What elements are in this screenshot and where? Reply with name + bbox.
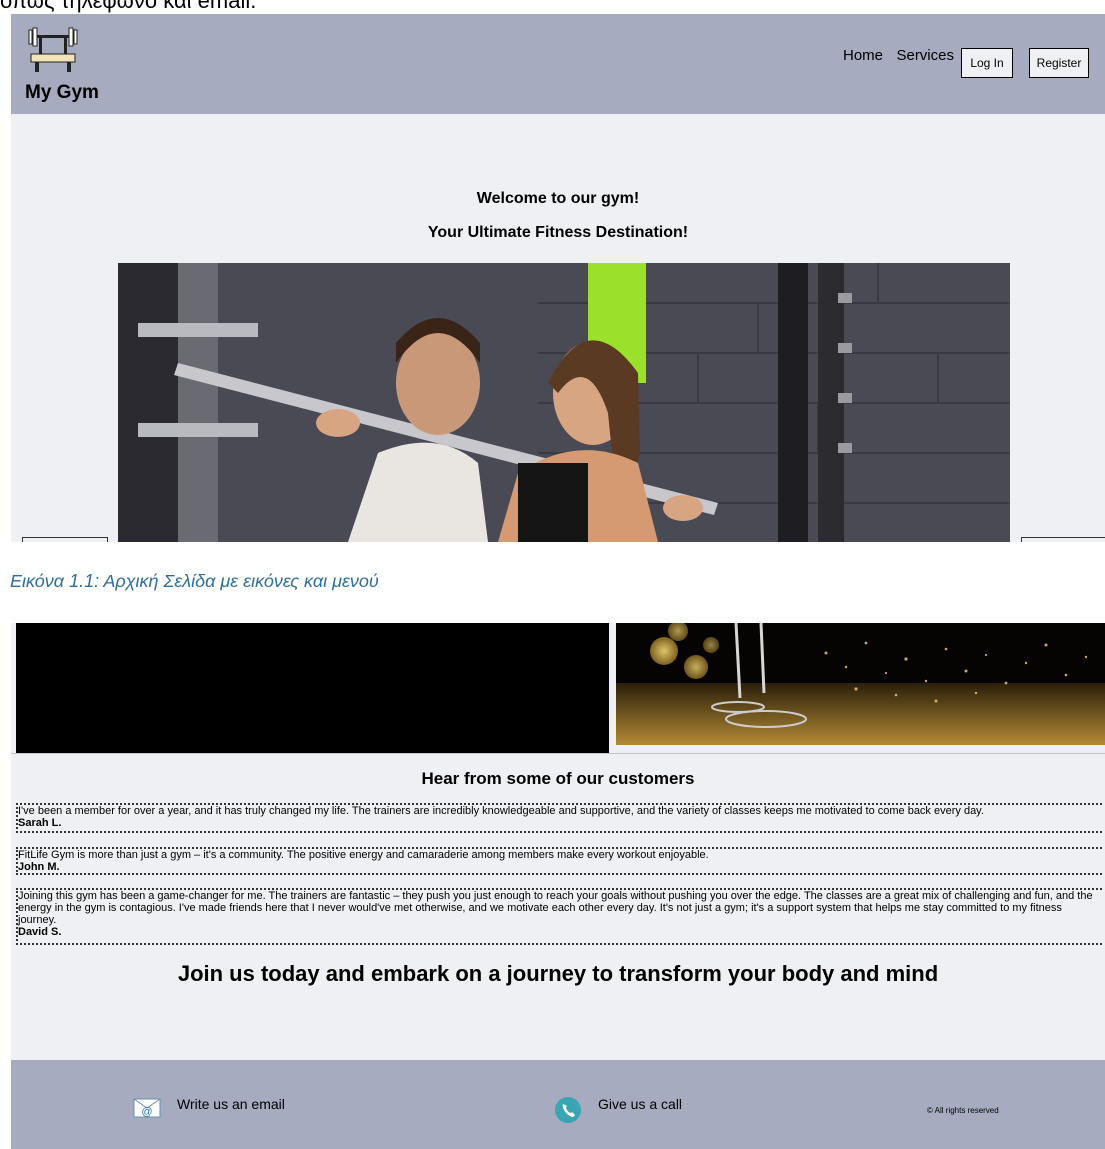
hero-image-illustration (118, 263, 1010, 542)
testimonial-card: Joining this gym has been a game-changer… (16, 888, 1102, 945)
barbell-bench-logo-icon (28, 27, 78, 72)
register-button[interactable]: Register (1029, 48, 1089, 78)
tagline-heading: Your Ultimate Fitness Destination! (427, 224, 689, 241)
section-divider (11, 753, 1105, 754)
gold-glitter-photo (616, 623, 1105, 745)
login-button[interactable]: Log In (961, 48, 1013, 78)
testimonial-text: FitLife Gym is more than just a gym – it… (18, 849, 709, 861)
gold-glitter-illustration (616, 623, 1105, 745)
testimonials-screenshot: Hear from some of our customers I've bee… (11, 623, 1105, 1149)
hero-gym-photo (118, 263, 1010, 542)
testimonial-author: John M. (18, 861, 60, 873)
black-image-panel (16, 623, 609, 753)
nav-services-link[interactable]: Services (896, 47, 954, 64)
nav-home-link[interactable]: Home (843, 47, 883, 64)
welcome-heading: Welcome to our gym! (476, 190, 640, 207)
site-footer: @ Write us an email Give us a call © All… (11, 1060, 1105, 1149)
copyright-text: © All rights reserved (927, 1106, 999, 1115)
homepage-screenshot: My Gym Home Services Log In Register Wel… (11, 14, 1105, 542)
testimonial-card: FitLife Gym is more than just a gym – it… (16, 847, 1102, 875)
testimonial-author: David S. (18, 926, 62, 938)
testimonial-text: I've been a member for over a year, and … (18, 805, 984, 817)
svg-text:@: @ (141, 1106, 152, 1118)
figure-caption: Εικόνα 1.1: Αρχική Σελίδα με εικόνες και… (10, 571, 379, 591)
testimonial-card: I've been a member for over a year, and … (16, 803, 1102, 833)
testimonial-author: Sarah L. (18, 817, 62, 829)
customers-heading: Hear from some of our customers (421, 769, 695, 788)
testimonial-text: Joining this gym has been a game-changer… (18, 890, 1093, 926)
site-header: My Gym Home Services Log In Register (11, 14, 1105, 114)
carousel-next-button[interactable] (1021, 537, 1105, 542)
phone-icon[interactable] (554, 1096, 582, 1124)
carousel-prev-button[interactable] (22, 537, 108, 542)
document-caption-top: όπως τηλέφωνο και email. (0, 0, 257, 13)
email-icon[interactable]: @ (133, 1096, 161, 1118)
join-call-to-action: Join us today and embark on a journey to… (177, 961, 939, 986)
brand-name[interactable]: My Gym (25, 82, 99, 104)
call-link[interactable]: Give us a call (598, 1096, 682, 1112)
email-link[interactable]: Write us an email (177, 1096, 285, 1112)
